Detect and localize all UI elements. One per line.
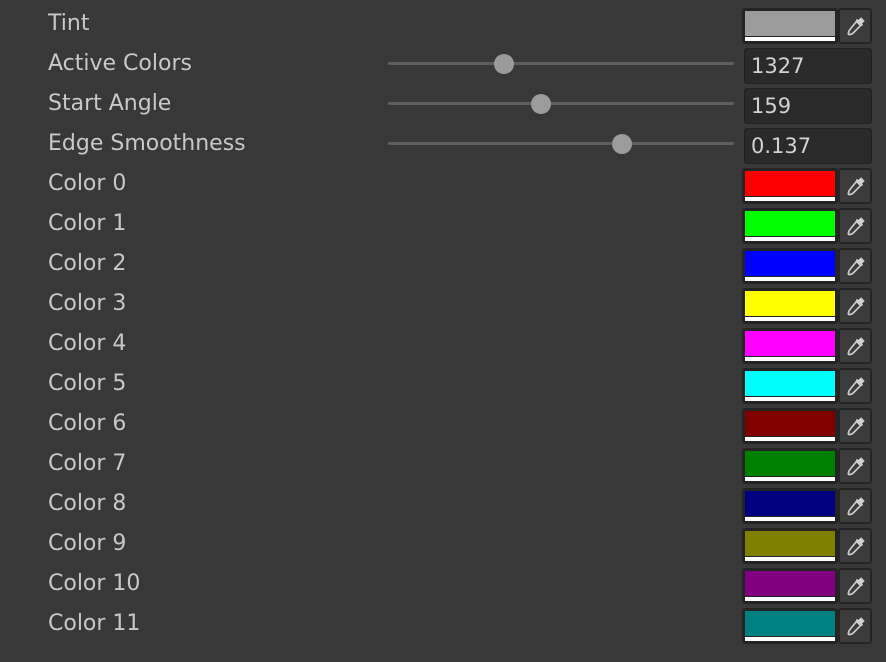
color-label: Color 1 (48, 211, 127, 236)
color-label: Color 3 (48, 291, 127, 316)
slider-track[interactable] (388, 134, 734, 154)
tint-alpha-bar (745, 37, 835, 41)
color-row: Color 10 (0, 564, 886, 604)
color-label: Color 8 (48, 491, 127, 516)
color-label: Color 10 (48, 571, 141, 596)
color-label: Color 6 (48, 411, 127, 436)
color-picker-button[interactable] (838, 368, 872, 404)
slider-row-edge-smoothness: Edge Smoothness (0, 124, 886, 164)
color-label: Color 9 (48, 531, 127, 556)
alpha-bar (745, 597, 835, 601)
color-picker-button[interactable] (838, 168, 872, 204)
color-row: Color 9 (0, 524, 886, 564)
slider-thumb[interactable] (493, 54, 514, 74)
color-field[interactable] (742, 168, 838, 204)
color-field[interactable] (742, 288, 838, 324)
color-swatch (745, 251, 835, 276)
edge-smoothness-input[interactable] (744, 128, 872, 164)
tint-swatch (745, 11, 835, 36)
color-row: Color 5 (0, 364, 886, 404)
color-row: Color 1 (0, 204, 886, 244)
alpha-bar (745, 197, 835, 201)
alpha-bar (745, 317, 835, 321)
start-angle-input[interactable] (744, 88, 872, 124)
color-picker-button[interactable] (838, 568, 872, 604)
color-swatch (745, 371, 835, 396)
color-label: Color 11 (48, 611, 141, 636)
color-field[interactable] (742, 528, 838, 564)
color-swatch (745, 491, 835, 516)
slider-row-active-colors: Active Colors (0, 44, 886, 84)
color-swatch (745, 411, 835, 436)
color-row: Color 11 (0, 604, 886, 644)
slider-row-start-angle: Start Angle (0, 84, 886, 124)
color-swatch (745, 451, 835, 476)
color-swatch (745, 571, 835, 596)
color-field[interactable] (742, 328, 838, 364)
color-swatch (745, 211, 835, 236)
alpha-bar (745, 357, 835, 361)
color-field[interactable] (742, 568, 838, 604)
color-picker-button[interactable] (838, 328, 872, 364)
slider-label: Start Angle (48, 91, 172, 116)
color-picker-button[interactable] (838, 608, 872, 644)
color-row: Color 6 (0, 404, 886, 444)
color-field[interactable] (742, 608, 838, 644)
tint-row: Tint (0, 4, 886, 44)
active-colors-input[interactable] (744, 48, 872, 84)
color-label: Color 4 (48, 331, 127, 356)
color-row: Color 4 (0, 324, 886, 364)
color-field[interactable] (742, 448, 838, 484)
color-field[interactable] (742, 208, 838, 244)
color-picker-button[interactable] (838, 208, 872, 244)
color-row: Color 2 (0, 244, 886, 284)
alpha-bar (745, 397, 835, 401)
slider-thumb[interactable] (531, 94, 552, 114)
alpha-bar (745, 517, 835, 521)
color-picker-button[interactable] (838, 408, 872, 444)
color-swatch (745, 331, 835, 356)
alpha-bar (745, 477, 835, 481)
alpha-bar (745, 277, 835, 281)
alpha-bar (745, 437, 835, 441)
color-field[interactable] (742, 488, 838, 524)
slider-track[interactable] (388, 54, 734, 74)
color-field[interactable] (742, 248, 838, 284)
color-picker-button[interactable] (838, 488, 872, 524)
alpha-bar (745, 557, 835, 561)
color-picker-button[interactable] (838, 528, 872, 564)
color-swatch (745, 171, 835, 196)
color-swatch (745, 611, 835, 636)
slider-label: Edge Smoothness (48, 131, 246, 156)
color-row: Color 3 (0, 284, 886, 324)
color-picker-button[interactable] (838, 288, 872, 324)
slider-label: Active Colors (48, 51, 192, 76)
slider-thumb[interactable] (611, 134, 632, 154)
color-row: Color 0 (0, 164, 886, 204)
color-picker-button[interactable] (838, 448, 872, 484)
color-row: Color 8 (0, 484, 886, 524)
color-label: Color 5 (48, 371, 127, 396)
slider-track[interactable] (388, 94, 734, 114)
alpha-bar (745, 237, 835, 241)
color-swatch (745, 531, 835, 556)
tint-color-field[interactable] (742, 8, 838, 44)
color-label: Color 2 (48, 251, 127, 276)
alpha-bar (745, 637, 835, 641)
tint-picker-button[interactable] (838, 8, 872, 44)
color-field[interactable] (742, 368, 838, 404)
color-label: Color 7 (48, 451, 127, 476)
color-picker-button[interactable] (838, 248, 872, 284)
color-row: Color 7 (0, 444, 886, 484)
color-swatch (745, 291, 835, 316)
tint-label: Tint (48, 11, 90, 36)
material-inspector: Tint Active Colors Start Angle E (0, 0, 886, 662)
color-field[interactable] (742, 408, 838, 444)
color-label: Color 0 (48, 171, 127, 196)
